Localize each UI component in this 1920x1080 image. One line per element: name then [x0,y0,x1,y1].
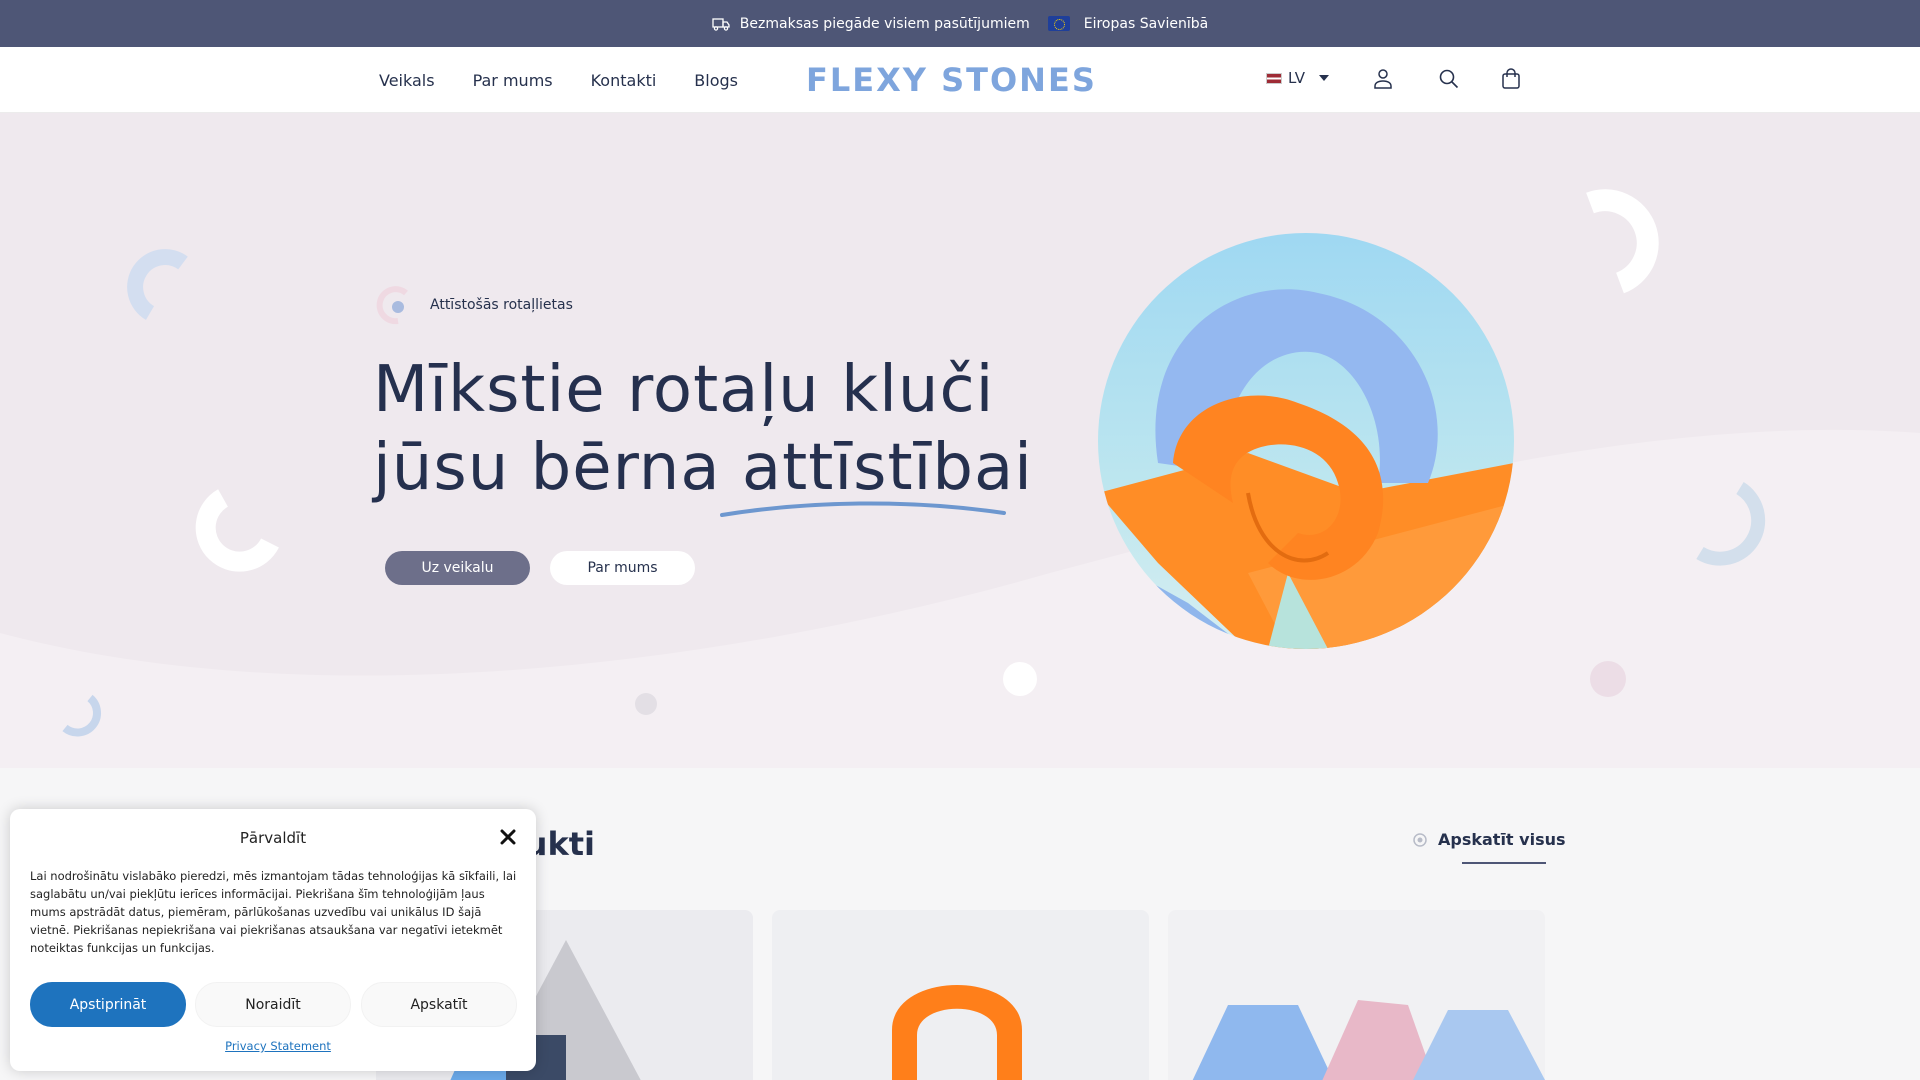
hero-title-line1: Mīkstie rotaļu kluči [373,353,995,427]
language-code: LV [1288,69,1305,87]
site-header: Veikals Par mums Kontakti Blogs FLEXY ST… [0,47,1920,113]
nav-veikals[interactable]: Veikals [379,71,435,90]
latvia-flag-icon [1266,72,1282,84]
view-preferences-button[interactable]: Apskatīt [361,982,517,1027]
accept-button[interactable]: Apstiprināt [30,982,186,1027]
hero-product-image [1098,233,1514,649]
search-icon[interactable] [1437,67,1461,91]
deny-button[interactable]: Noraidīt [195,982,351,1027]
cookie-text: Lai nodrošinātu vislabāko pieredzi, mēs … [30,869,517,955]
account-icon[interactable] [1371,67,1395,91]
view-all-link[interactable]: Apskatīt visus [1412,830,1566,864]
hero-eyebrow: Attīstošās rotaļlietas [376,285,573,325]
cart-icon[interactable] [1499,67,1523,91]
close-icon[interactable] [498,827,518,847]
nav-par-mums[interactable]: Par mums [473,71,553,90]
language-selector[interactable]: LV [1266,69,1329,87]
nav-kontakti[interactable]: Kontakti [591,71,657,90]
main-nav: Veikals Par mums Kontakti Blogs [379,47,738,113]
view-all-underline [1462,862,1546,864]
shop-button[interactable]: Uz veikalu [385,551,530,585]
product-card-3-image[interactable] [1168,910,1545,1080]
shipping-text: Bezmaksas piegāde visiem pasūtījumiem [739,15,1030,32]
truck-icon [712,17,730,31]
view-all-label: Apskatīt visus [1438,830,1566,849]
hero-title-line2a: jūsu bērna [373,431,742,505]
hero-eyebrow-text: Attīstošās rotaļlietas [430,297,573,313]
site-logo[interactable]: FLEXY STONES [806,61,1097,99]
hero-title: Mīkstie rotaļu kluči jūsu bērna attīstīb… [373,351,1033,507]
nav-blogs[interactable]: Blogs [694,71,738,90]
about-button[interactable]: Par mums [550,551,695,585]
eu-flag-icon [1047,16,1070,31]
privacy-statement-link[interactable]: Privacy Statement [10,1039,546,1053]
circle-decor-icon [376,286,408,325]
cookie-consent-modal: Pārvaldīt Lai nodrošinātu vislabāko pier… [10,809,536,1071]
chevron-down-icon [1318,75,1329,81]
circle-dot-icon [1413,832,1427,847]
hero-section: Attīstošās rotaļlietas Mīkstie rotaļu kl… [0,113,1920,768]
region-text: Eiropas Savienībā [1083,15,1209,32]
product-card-2-image[interactable] [772,910,1149,1080]
announcement-bar: Bezmaksas piegāde visiem pasūtījumiem Ei… [0,0,1920,47]
cookie-title: Pārvaldīt [239,829,307,847]
title-underline-decor [720,501,1006,517]
